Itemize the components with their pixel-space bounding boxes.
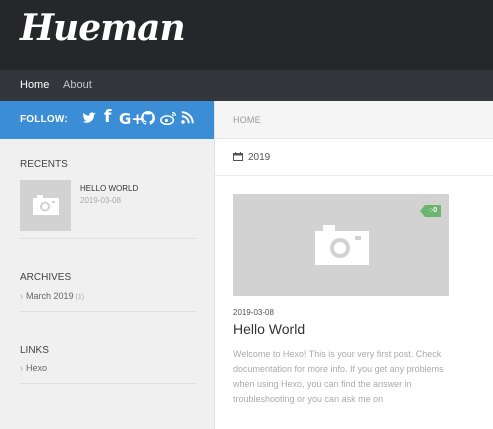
site-header: Hueman [0,0,493,70]
link-item-hexo[interactable]: › Hexo [20,363,47,373]
divider [20,383,196,384]
chevron-right-icon: › [20,363,23,373]
calendar-icon [233,152,243,161]
site-logo[interactable]: Hueman [20,8,186,48]
nav-item-home[interactable]: Home [20,79,49,91]
archive-year: 2019 [248,152,271,163]
recent-post-thumbnail[interactable] [20,180,71,231]
sidebar: FOLLOW: f G+ RECENTS HELLO WORLD 2019-03… [0,101,215,429]
recent-post-title[interactable]: HELLO WORLD [80,184,138,193]
post-date: 2019-03-08 [233,308,274,317]
camera-icon [33,195,59,215]
chevron-right-icon: › [20,291,23,301]
breadcrumb: HOME [215,101,493,139]
camera-icon [315,225,369,265]
archive-item-march-2019[interactable]: › March 2019 (1) [20,291,84,301]
recents-title: RECENTS [20,159,68,170]
main-nav: Home About [0,70,493,101]
comment-count-badge[interactable]: ○0 [419,205,442,217]
archive-count: (1) [75,294,85,301]
github-icon[interactable] [141,111,155,129]
follow-bar: FOLLOW: f G+ [0,101,214,139]
post-title[interactable]: Hello World [233,321,305,337]
breadcrumb-home[interactable]: HOME [233,115,261,125]
archive-heading: 2019 [215,139,493,176]
divider [20,238,196,239]
main-content: HOME 2019 ○0 2019-03-08 Hello World Welc… [215,101,493,429]
facebook-icon[interactable]: f [104,109,111,126]
recent-post-date: 2019-03-08 [80,196,121,205]
weibo-icon[interactable] [160,111,177,129]
post-excerpt: Welcome to Hexo! This is your very first… [233,349,444,404]
post-featured-image[interactable] [233,194,449,296]
nav-item-about[interactable]: About [63,79,92,91]
links-title: LINKS [20,345,49,356]
twitter-icon[interactable] [82,111,97,129]
rss-icon[interactable] [181,111,194,128]
archives-title: ARCHIVES [20,272,72,283]
divider [20,311,196,312]
follow-label: FOLLOW: [20,114,68,125]
